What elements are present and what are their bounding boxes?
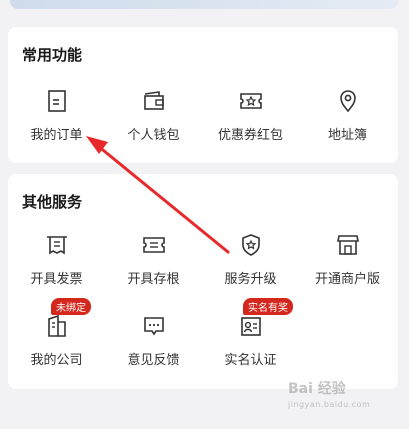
my-orders-button[interactable]: 我的订单 [8,88,105,143]
unbound-badge: 未绑定 [51,298,91,315]
feedback-chat-icon [143,317,164,336]
feedback-label: 意见反馈 [127,353,180,368]
id-card-icon [240,317,261,336]
real-name-reward-badge: 实名有奖 [243,298,293,315]
common-functions-title: 常用功能 [22,46,83,64]
watermark-text: Bai 经验 [288,381,346,397]
wallet-button[interactable]: 个人钱包 [105,88,202,143]
issue-invoice-button[interactable]: 开具发票 [8,232,105,287]
issue-stub-label: 开具存根 [127,272,180,287]
address-book-label: 地址簿 [327,128,367,143]
watermark-url: jingyan.baidu.com [288,400,371,409]
my-company-label: 我的公司 [30,353,83,368]
service-upgrade-label: 服务升级 [224,272,277,287]
coupon-icon [239,93,262,109]
company-building-icon [47,314,66,337]
order-icon [47,90,66,112]
address-book-button[interactable]: 地址簿 [299,88,396,143]
real-name-auth-label: 实名认证 [224,353,277,368]
upgrade-shield-icon [241,234,260,256]
other-services-title: 其他服务 [22,193,83,211]
issue-stub-button[interactable]: 开具存根 [105,232,202,287]
location-pin-icon [339,90,356,113]
top-banner [10,0,398,9]
baidu-jingyan-watermark: Bai 经验 jingyan.baidu.com [288,378,388,420]
open-merchant-label: 开通商户版 [314,272,380,287]
coupons-button[interactable]: 优惠券红包 [202,88,299,143]
stub-ticket-icon [142,237,165,253]
coupons-label: 优惠券红包 [217,128,283,143]
my-orders-label: 我的订单 [30,128,83,143]
real-name-auth-button[interactable]: 实名有奖 实名认证 [202,298,299,368]
other-services-card: 其他服务 开具发票 开具存根 服务升级 开通商户版 未绑定 我的公司 意见反馈 … [8,174,398,389]
storefront-icon [336,235,359,255]
wallet-label: 个人钱包 [127,128,180,143]
issue-invoice-label: 开具发票 [30,272,83,287]
common-functions-card: 常用功能 我的订单 个人钱包 优惠券红包 地址簿 [8,27,398,163]
service-upgrade-button[interactable]: 服务升级 [202,232,299,287]
feedback-button[interactable]: 意见反馈 [105,313,202,368]
my-company-button[interactable]: 未绑定 我的公司 [8,298,105,368]
invoice-icon [46,236,67,255]
wallet-icon [143,91,164,110]
open-merchant-button[interactable]: 开通商户版 [299,232,396,287]
